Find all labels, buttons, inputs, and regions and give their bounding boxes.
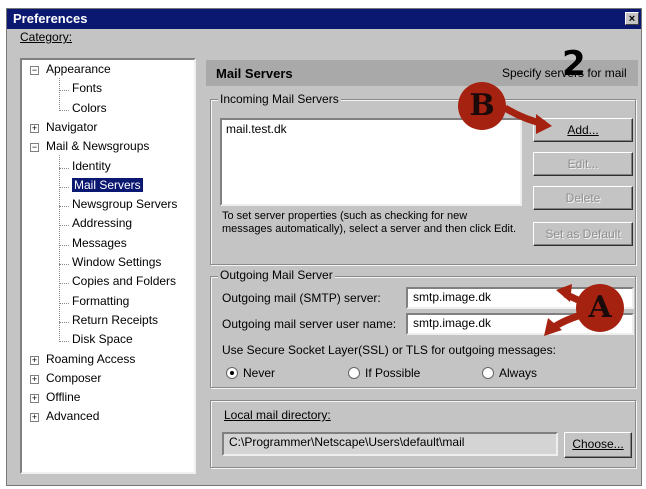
tree-item-copies-and-folders[interactable]: Copies and Folders	[72, 274, 176, 288]
smtp-server-label: Outgoing mail (SMTP) server:	[222, 291, 381, 305]
radio-always-label: Always	[499, 366, 538, 380]
tree-item-addressing[interactable]: Addressing	[72, 216, 132, 230]
tree-connector	[59, 321, 69, 323]
tree-expander-icon[interactable]: +	[30, 355, 39, 365]
panel-title: Mail Servers	[216, 66, 293, 81]
tree-connector	[59, 155, 60, 343]
title-bar: Preferences ×	[7, 9, 641, 29]
radio-if-possible-dot[interactable]	[348, 367, 360, 379]
tree-expander-icon[interactable]: +	[30, 374, 39, 384]
tree-connector	[59, 109, 69, 111]
choose-button[interactable]: Choose...	[564, 432, 632, 458]
tree-connector	[59, 264, 69, 265]
incoming-server-list[interactable]: mail.test.dk	[220, 118, 522, 206]
tree-item-colors[interactable]: Colors	[72, 101, 107, 115]
incoming-group-label: Incoming Mail Servers	[218, 92, 341, 106]
tree-expander-icon[interactable]: −	[30, 143, 39, 153]
tree-connector	[59, 78, 60, 111]
radio-always[interactable]: Always	[482, 366, 537, 380]
tree-item-mail-servers[interactable]: Mail Servers	[72, 177, 143, 192]
add-button[interactable]: Add...	[533, 118, 633, 142]
tree-item-appearance[interactable]: Appearance	[46, 62, 111, 76]
tree-connector	[59, 341, 69, 343]
tree-connector	[59, 302, 69, 304]
tree-expander-icon[interactable]: −	[30, 66, 39, 75]
smtp-user-label: Outgoing mail server user name:	[222, 317, 397, 331]
local-directory-path: C:\Programmer\Netscape\Users\default\mai…	[222, 432, 558, 456]
category-label: Category:	[20, 30, 73, 44]
close-icon[interactable]: ×	[625, 12, 639, 25]
radio-never[interactable]: Never	[226, 366, 275, 380]
tree-item-roaming-access[interactable]: Roaming Access	[46, 352, 135, 366]
tree-item-disk-space[interactable]: Disk Space	[72, 332, 133, 346]
tree-item-messages[interactable]: Messages	[72, 236, 127, 250]
ssl-label: Use Secure Socket Layer(SSL) or TLS for …	[222, 343, 556, 357]
radio-never-dot[interactable]	[226, 367, 238, 379]
edit-button[interactable]: Edit...	[533, 152, 633, 176]
tree-item-composer[interactable]: Composer	[46, 371, 101, 385]
radio-if-possible-label: If Possible	[365, 366, 421, 380]
tree-item-identity[interactable]: Identity	[72, 159, 111, 173]
tree-item-mail-newsgroups[interactable]: Mail & Newsgroups	[46, 139, 149, 153]
tree-connector	[59, 167, 69, 169]
window-title: Preferences	[13, 11, 88, 26]
tree-item-advanced[interactable]: Advanced	[46, 409, 99, 423]
callout-a: A	[576, 284, 624, 332]
tree-connector	[59, 244, 69, 246]
radio-if-possible[interactable]: If Possible	[348, 366, 420, 380]
radio-always-dot[interactable]	[482, 367, 494, 379]
outgoing-group-label: Outgoing Mail Server	[218, 268, 335, 282]
tree-item-fonts[interactable]: Fonts	[72, 81, 102, 95]
tree-expander-icon[interactable]: +	[30, 123, 39, 133]
tree-item-window-settings[interactable]: Window Settings	[72, 255, 161, 269]
radio-never-label: Never	[243, 366, 276, 380]
tree-connector	[59, 206, 69, 208]
set-default-button[interactable]: Set as Default	[533, 222, 633, 246]
tree-item-offline[interactable]: Offline	[46, 390, 80, 404]
delete-button[interactable]: Delete	[533, 186, 633, 210]
tree-connector	[59, 283, 69, 285]
incoming-hint-text: To set server properties (such as checki…	[222, 210, 517, 235]
tree-item-newsgroup-servers[interactable]: Newsgroup Servers	[72, 197, 177, 211]
local-directory-label: Local mail directory:	[224, 408, 331, 422]
callout-b: B	[458, 82, 506, 130]
tree-item-return-receipts[interactable]: Return Receipts	[72, 313, 158, 327]
tree-connector	[59, 186, 69, 188]
tree-item-formatting[interactable]: Formatting	[72, 294, 129, 308]
tree-expander-icon[interactable]: +	[30, 394, 39, 404]
tree-expander-icon[interactable]: +	[30, 413, 39, 423]
tree-connector	[59, 225, 69, 227]
tree-item-navigator[interactable]: Navigator	[46, 120, 97, 134]
category-tree[interactable]: − Appearance Fonts Colors + Navigator − Mail & …	[20, 58, 196, 474]
tree-connector	[59, 90, 69, 92]
step-number-annotation: 2	[562, 44, 586, 84]
